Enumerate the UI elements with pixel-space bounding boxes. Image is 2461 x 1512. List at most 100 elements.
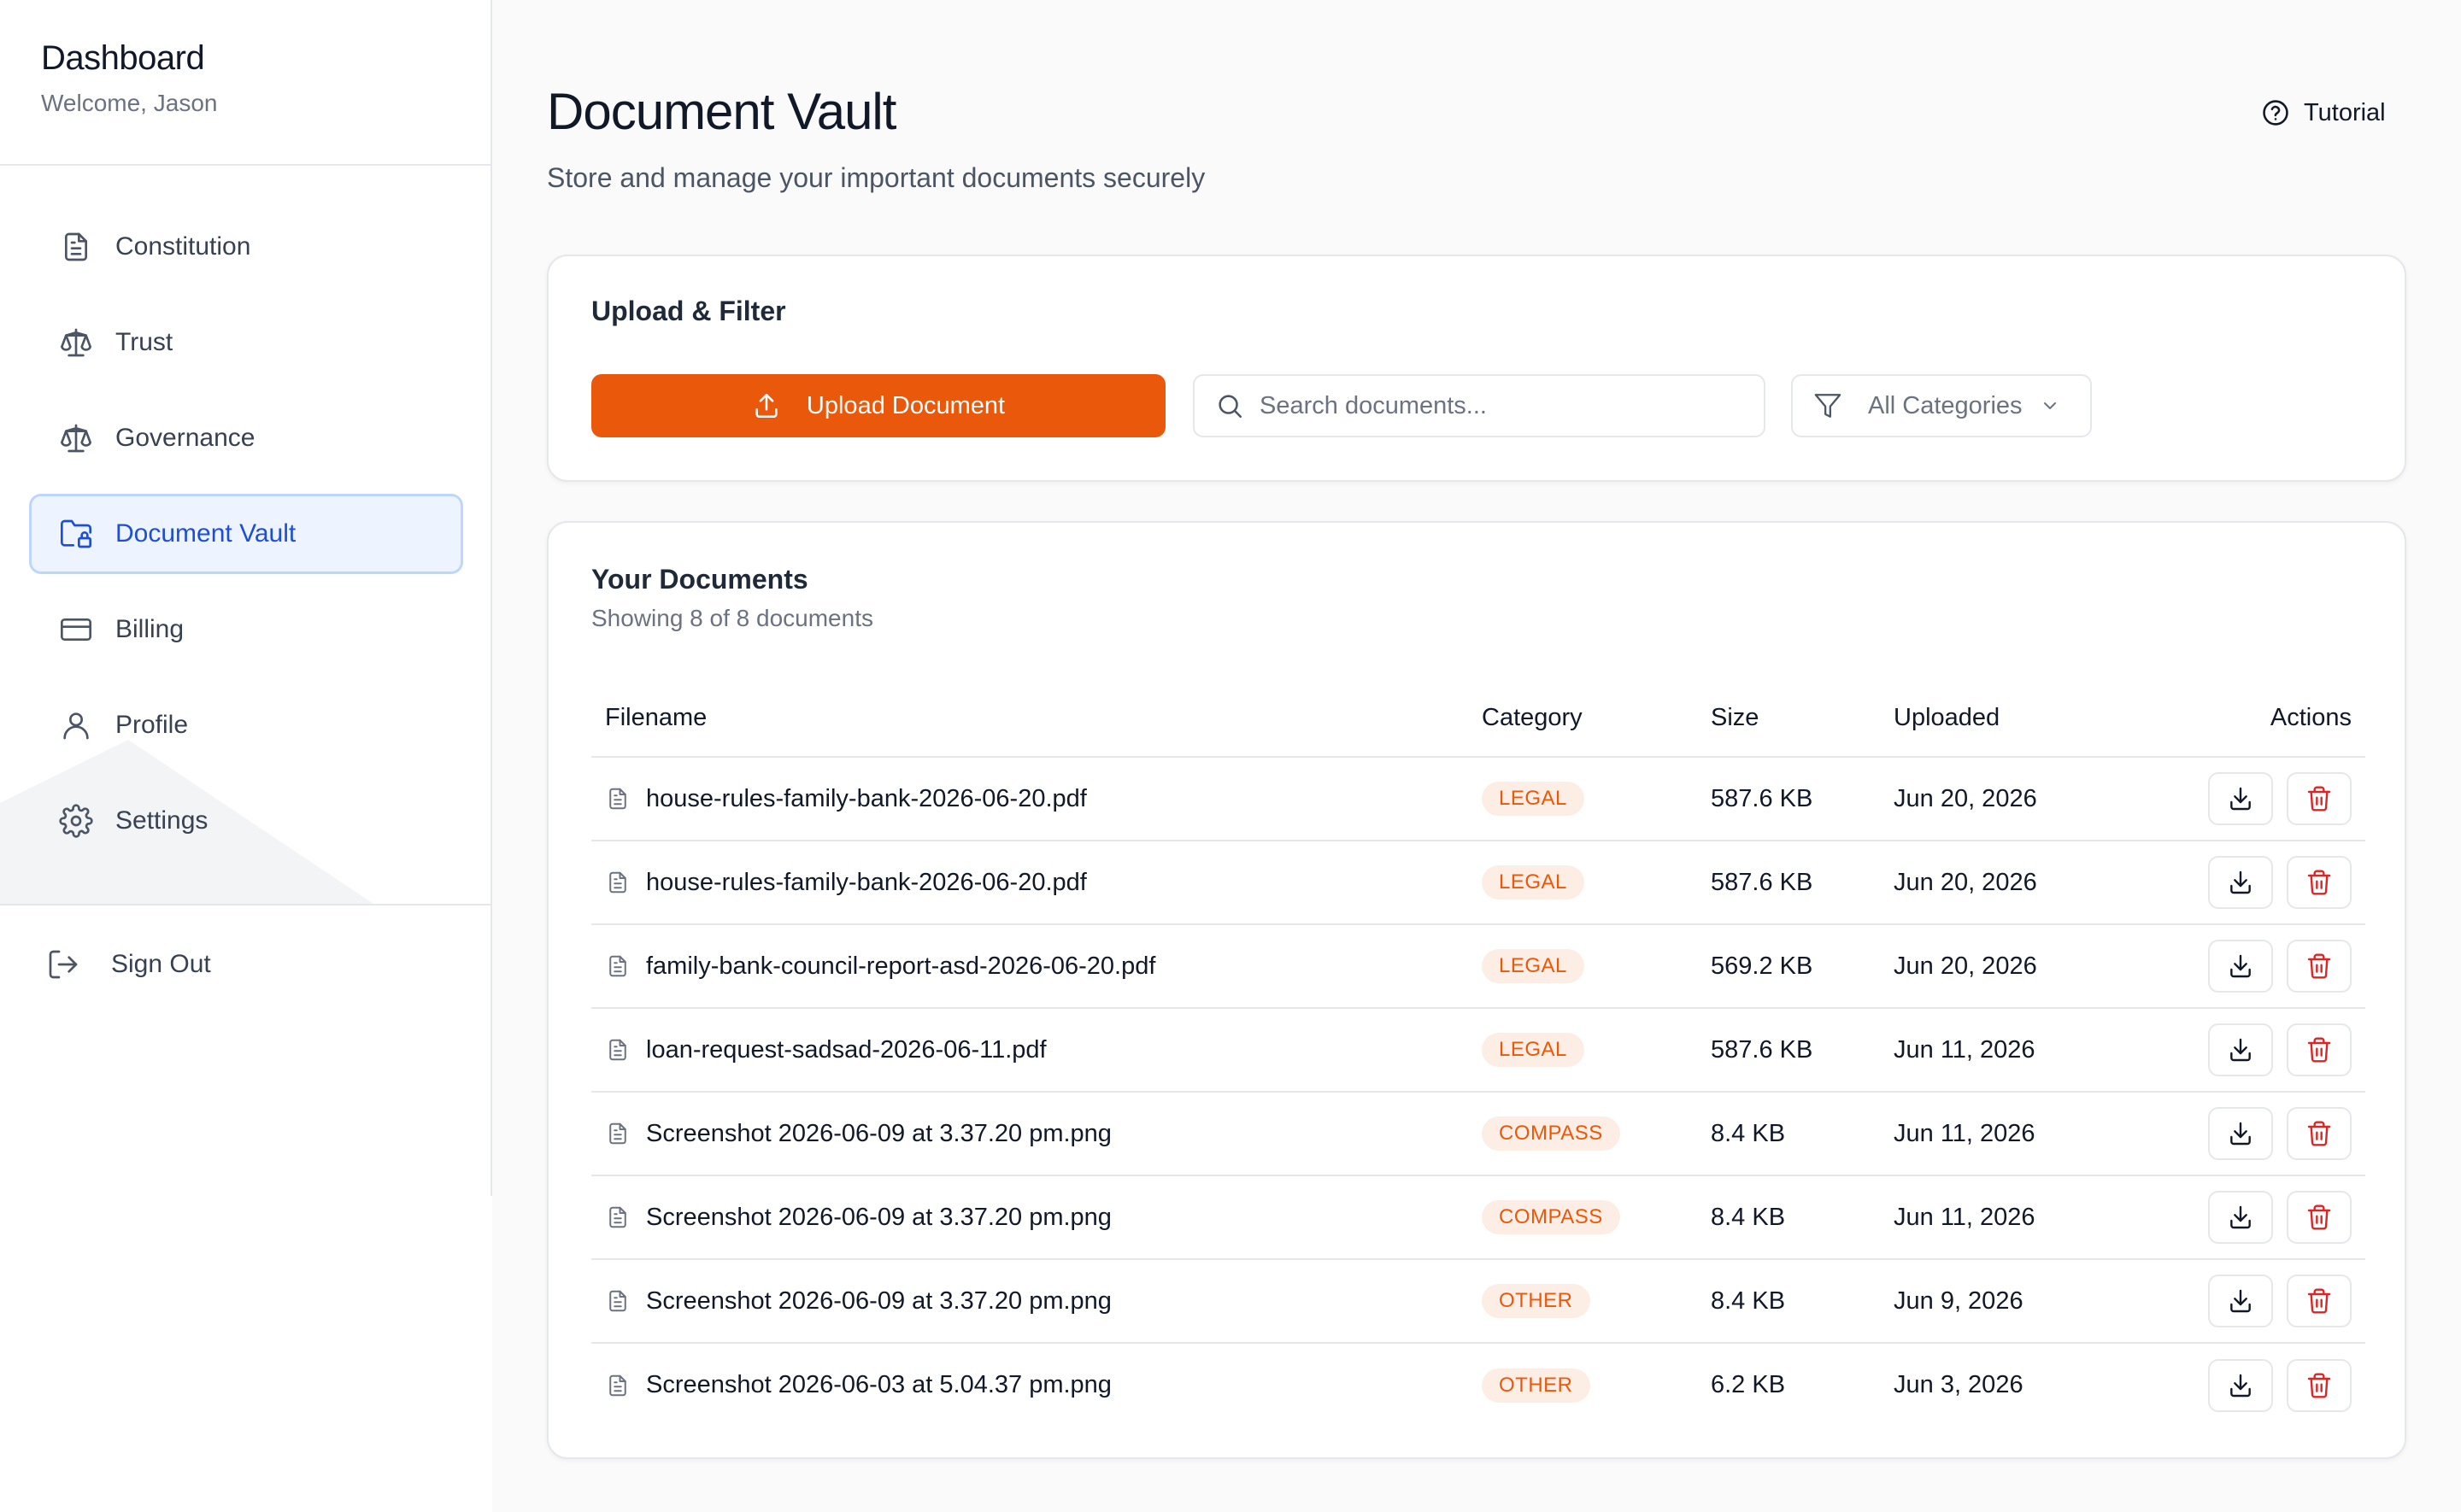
delete-button[interactable]: [2287, 1191, 2352, 1244]
documents-card: Your Documents Showing 8 of 8 documents …: [547, 521, 2406, 1459]
column-header-uploaded[interactable]: Uploaded: [1880, 680, 2153, 758]
download-icon: [2227, 1372, 2254, 1399]
table-row[interactable]: house-rules-family-bank-2026-06-20.pdf LE…: [591, 841, 2365, 925]
download-button[interactable]: [2208, 1107, 2273, 1160]
sidebar-item-profile[interactable]: Profile: [29, 685, 463, 765]
sidebar-item-governance[interactable]: Governance: [29, 398, 463, 478]
column-header-filename[interactable]: Filename: [591, 680, 1468, 758]
cell-category: OTHER: [1468, 1343, 1697, 1427]
tutorial-label: Tutorial: [2304, 98, 2386, 126]
file-icon: [605, 1121, 631, 1146]
download-button[interactable]: [2208, 856, 2273, 909]
download-icon: [2227, 952, 2254, 980]
download-button[interactable]: [2208, 1358, 2273, 1412]
log-out-icon: [49, 950, 78, 979]
column-header-category[interactable]: Category: [1468, 680, 1697, 758]
row-actions: [2167, 1275, 2352, 1327]
sidebar-item-settings[interactable]: Settings: [29, 781, 463, 861]
table-row[interactable]: loan-request-sadsad-2026-06-11.pdf LEGAL 5…: [591, 1008, 2365, 1093]
download-button[interactable]: [2208, 1023, 2273, 1076]
tutorial-button[interactable]: Tutorial: [2261, 94, 2386, 132]
filter-icon: [1814, 394, 1841, 418]
filename-text: house-rules-family-bank-2026-06-20.pdf: [646, 868, 1087, 896]
delete-button[interactable]: [2287, 856, 2352, 909]
download-button[interactable]: [2208, 1275, 2273, 1327]
sign-out-button[interactable]: Sign Out: [46, 926, 211, 1003]
download-button[interactable]: [2208, 940, 2273, 993]
cell-filename: house-rules-family-bank-2026-06-20.pdf: [591, 757, 1468, 841]
filename-wrapper: Screenshot 2026-06-09 at 3.37.20 pm.png: [605, 1204, 1454, 1232]
table-row[interactable]: Screenshot 2026-06-09 at 3.37.20 pm.png C…: [591, 1092, 2365, 1176]
trash-icon: [2305, 785, 2333, 812]
upload-document-button[interactable]: Upload Document: [591, 374, 1166, 437]
cell-filename: Screenshot 2026-06-09 at 3.37.20 pm.png: [591, 1175, 1468, 1260]
download-button[interactable]: [2208, 772, 2273, 825]
cell-actions: [2153, 757, 2365, 841]
documents-table-body: house-rules-family-bank-2026-06-20.pdf LE…: [591, 757, 2365, 1427]
category-badge: OTHER: [1482, 1284, 1590, 1318]
trash-icon: [2305, 1287, 2333, 1315]
download-icon: [2227, 1120, 2254, 1147]
page-subtitle: Store and manage your important document…: [547, 162, 1206, 193]
row-actions: [2167, 772, 2352, 825]
cell-filename: loan-request-sadsad-2026-06-11.pdf: [591, 1008, 1468, 1093]
download-icon: [2227, 1204, 2254, 1231]
gear-icon: [59, 804, 93, 838]
delete-button[interactable]: [2287, 1275, 2352, 1327]
documents-table: Filename Category Size Uploaded Actions …: [591, 680, 2365, 1427]
file-icon: [605, 870, 631, 895]
column-header-size[interactable]: Size: [1697, 680, 1880, 758]
cell-category: OTHER: [1468, 1259, 1697, 1344]
cell-filename: Screenshot 2026-06-09 at 3.37.20 pm.png: [591, 1259, 1468, 1344]
category-badge: LEGAL: [1482, 949, 1584, 983]
trash-icon: [2305, 1204, 2333, 1231]
row-actions: [2167, 1107, 2352, 1160]
table-row[interactable]: Screenshot 2026-06-09 at 3.37.20 pm.png O…: [591, 1259, 2365, 1344]
download-icon: [2227, 1036, 2254, 1064]
filename-text: Screenshot 2026-06-03 at 5.04.37 pm.png: [646, 1371, 1112, 1398]
scale-icon: [59, 421, 93, 455]
table-row[interactable]: house-rules-family-bank-2026-06-20.pdf LE…: [591, 757, 2365, 841]
sidebar-item-constitution[interactable]: Constitution: [29, 207, 463, 287]
filename-text: house-rules-family-bank-2026-06-20.pdf: [646, 784, 1087, 812]
sidebar-item-label: Trust: [115, 328, 173, 356]
delete-button[interactable]: [2287, 772, 2352, 825]
filename-wrapper: loan-request-sadsad-2026-06-11.pdf: [605, 1036, 1454, 1064]
filename-text: Screenshot 2026-06-09 at 3.37.20 pm.png: [646, 1119, 1112, 1147]
cell-size: 587.6 KB: [1697, 757, 1880, 841]
cell-filename: house-rules-family-bank-2026-06-20.pdf: [591, 841, 1468, 925]
filename-wrapper: family-bank-council-report-asd-2026-06-2…: [605, 952, 1454, 981]
cell-uploaded: Jun 11, 2026: [1880, 1092, 2153, 1176]
cell-size: 8.4 KB: [1697, 1092, 1880, 1176]
row-actions: [2167, 940, 2352, 993]
sidebar-item-document-vault[interactable]: Document Vault: [29, 494, 463, 574]
trash-icon: [2305, 952, 2333, 980]
search-input[interactable]: [1260, 391, 1738, 420]
category-select[interactable]: All Categories: [1791, 374, 2092, 437]
cell-size: 587.6 KB: [1697, 1008, 1880, 1093]
cell-filename: family-bank-council-report-asd-2026-06-2…: [591, 924, 1468, 1009]
sidebar-item-trust[interactable]: Trust: [29, 302, 463, 383]
cell-uploaded: Jun 20, 2026: [1880, 841, 2153, 925]
category-badge: COMPASS: [1482, 1200, 1620, 1234]
table-row[interactable]: family-bank-council-report-asd-2026-06-2…: [591, 924, 2365, 1009]
cell-uploaded: Jun 3, 2026: [1894, 1371, 2023, 1398]
sidebar-divider: [0, 904, 490, 905]
delete-button[interactable]: [2287, 1107, 2352, 1160]
sidebar-item-billing[interactable]: Billing: [29, 589, 463, 670]
download-button[interactable]: [2208, 1191, 2273, 1244]
cell-category: COMPASS: [1468, 1175, 1697, 1260]
table-row[interactable]: Screenshot 2026-06-09 at 3.37.20 pm.png C…: [591, 1175, 2365, 1260]
chevron-down-icon: [2043, 402, 2056, 409]
cell-actions: [2153, 1008, 2365, 1093]
table-row[interactable]: Screenshot 2026-06-03 at 5.04.37 pm.png O…: [591, 1343, 2365, 1427]
cell-actions: [2153, 924, 2365, 1009]
cell-actions: [2153, 1092, 2365, 1176]
upload-icon: [755, 393, 778, 419]
sidebar-divider: [0, 164, 490, 166]
delete-button[interactable]: [2287, 1358, 2352, 1412]
file-icon: [605, 1204, 631, 1230]
delete-button[interactable]: [2287, 940, 2352, 993]
delete-button[interactable]: [2287, 1023, 2352, 1076]
category-badge: LEGAL: [1482, 782, 1584, 816]
